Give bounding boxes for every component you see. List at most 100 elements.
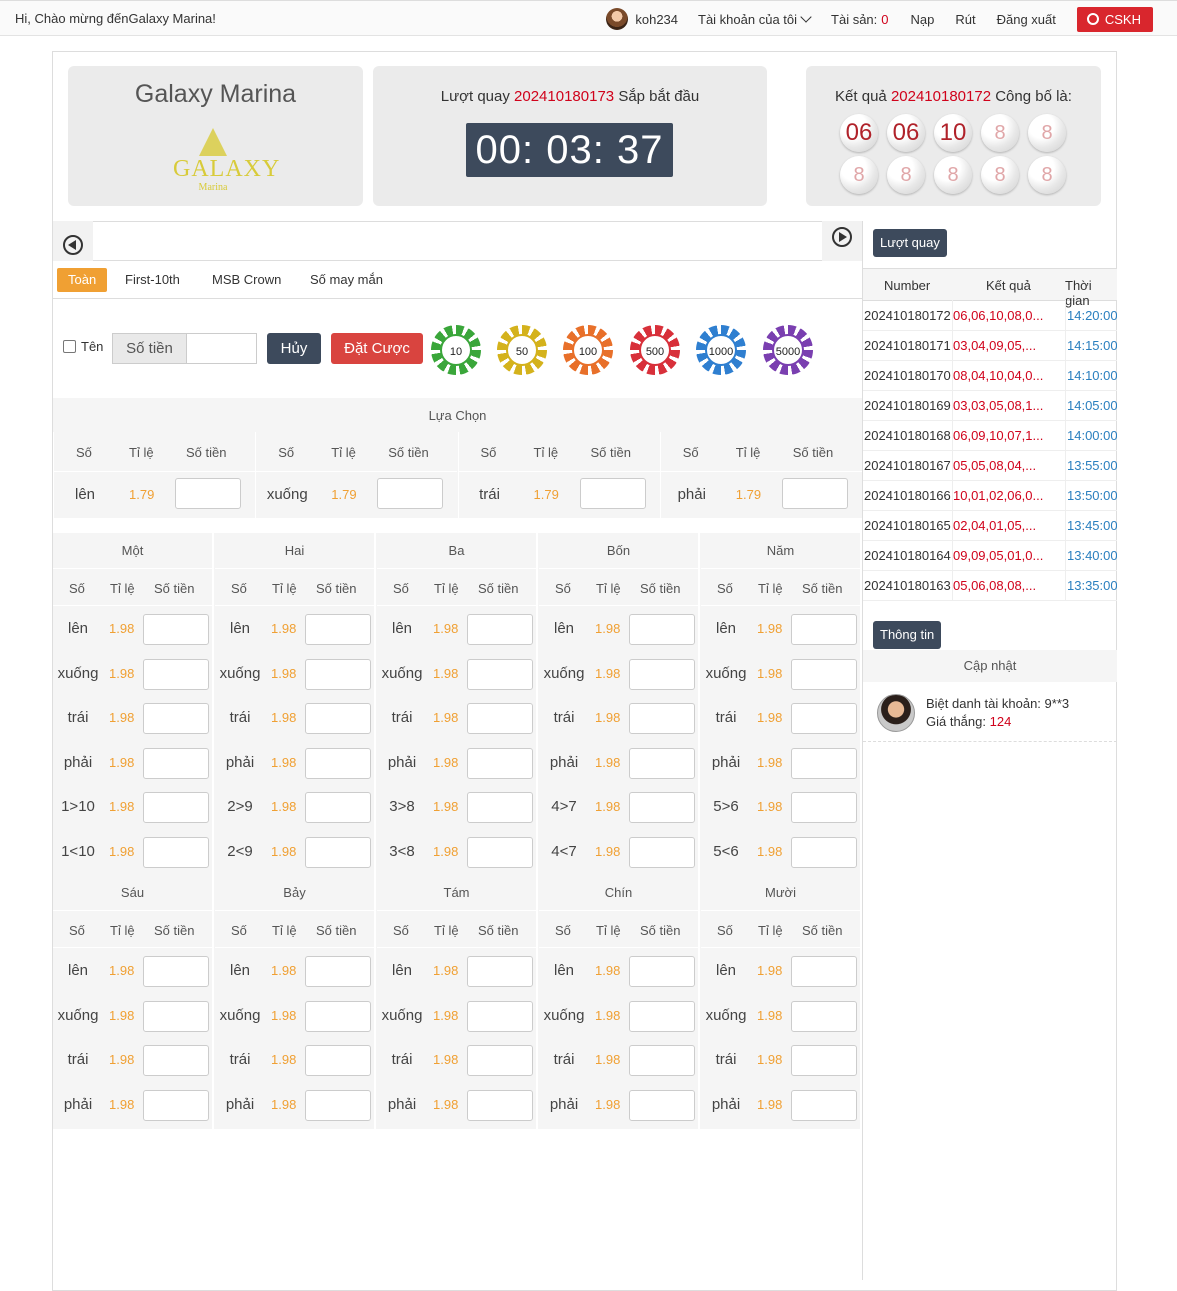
- history-row[interactable]: 202410180172 06,06,10,08,0... 14:20:00: [863, 301, 1117, 331]
- winner-nickname: Biệt danh tài khoản: 9**3: [926, 696, 1070, 711]
- place-bet-button[interactable]: Đặt Cược: [331, 333, 423, 364]
- bet-amount-input[interactable]: [143, 703, 209, 735]
- tab-all[interactable]: Toàn: [57, 268, 108, 292]
- withdraw-link[interactable]: Rút: [955, 12, 975, 27]
- choice-amount-input[interactable]: [377, 478, 444, 509]
- chip-500[interactable]: 500: [630, 325, 680, 375]
- history-row[interactable]: 202410180164 09,09,05,01,0... 13:40:00: [863, 541, 1117, 571]
- bet-amount-input[interactable]: [791, 1045, 857, 1077]
- bet-amount-input[interactable]: [467, 614, 533, 645]
- bet-amount-input[interactable]: [305, 747, 371, 779]
- bet-amount-input[interactable]: [305, 1000, 371, 1032]
- deposit-link[interactable]: Nạp: [911, 12, 935, 27]
- choice-amount-input[interactable]: [175, 478, 241, 509]
- bet-amount-input[interactable]: [629, 747, 695, 779]
- bet-amount-input[interactable]: [143, 658, 209, 690]
- bet-amount-input[interactable]: [791, 747, 857, 779]
- bet-amount-input[interactable]: [143, 614, 209, 645]
- support-button[interactable]: CSKH: [1076, 6, 1153, 32]
- bet-amount-input[interactable]: [791, 1000, 857, 1032]
- cancel-button[interactable]: Hủy: [267, 333, 321, 364]
- bet-amount-input[interactable]: [629, 792, 695, 824]
- column-header: Tỉ lệ: [533, 445, 559, 460]
- bet-amount-input[interactable]: [629, 956, 695, 987]
- bet-amount-input[interactable]: [791, 1089, 857, 1121]
- bet-amount-input[interactable]: [305, 658, 371, 690]
- history-row[interactable]: 202410180163 05,06,08,08,... 13:35:00: [863, 571, 1117, 601]
- tab-first-10th[interactable]: First-10th: [125, 268, 180, 292]
- bet-amount-input[interactable]: [305, 792, 371, 824]
- bet-amount-input[interactable]: [305, 614, 371, 645]
- bet-amount-input[interactable]: [629, 703, 695, 735]
- bet-row: xuống 1.98: [53, 994, 212, 1038]
- bet-amount-input[interactable]: [143, 1045, 209, 1077]
- bet-amount-input[interactable]: [629, 614, 695, 645]
- bet-amount-input[interactable]: [467, 703, 533, 735]
- bet-amount-input[interactable]: [791, 792, 857, 824]
- bet-amount-input[interactable]: [629, 1000, 695, 1032]
- bet-amount-input[interactable]: [467, 792, 533, 824]
- bet-amount-input[interactable]: [791, 837, 857, 868]
- bet-amount-input[interactable]: [143, 956, 209, 987]
- history-row[interactable]: 202410180170 08,04,10,04,0... 14:10:00: [863, 361, 1117, 391]
- chip-100[interactable]: 100: [563, 325, 613, 375]
- bet-amount-input[interactable]: [629, 658, 695, 690]
- history-row[interactable]: 202410180169 03,03,05,08,1... 14:05:00: [863, 391, 1117, 421]
- bet-amount-input[interactable]: [791, 658, 857, 690]
- bet-amount-input[interactable]: [791, 703, 857, 735]
- slider-next-button[interactable]: [822, 221, 862, 261]
- history-time: 14:10:00: [1067, 368, 1117, 383]
- amount-input[interactable]: [186, 333, 257, 364]
- bet-amount-input[interactable]: [143, 1089, 209, 1121]
- bet-amount-input[interactable]: [467, 747, 533, 779]
- logout-link[interactable]: Đăng xuất: [997, 12, 1056, 27]
- bet-odds: 1.98: [271, 1007, 297, 1023]
- choice-amount-input[interactable]: [781, 478, 848, 509]
- history-row[interactable]: 202410180171 03,04,09,05,... 14:15:00: [863, 331, 1117, 361]
- chip-50[interactable]: 50: [497, 325, 547, 375]
- account-menu[interactable]: Tài khoản của tôi: [698, 11, 812, 27]
- history-row[interactable]: 202410180168 06,09,10,07,1... 14:00:00: [863, 421, 1117, 451]
- bet-amount-input[interactable]: [629, 1045, 695, 1077]
- bet-amount-input[interactable]: [629, 837, 695, 868]
- history-row[interactable]: 202410180167 05,05,08,04,... 13:55:00: [863, 451, 1117, 481]
- bet-row: trái 1.98: [539, 1038, 698, 1082]
- bet-amount-input[interactable]: [467, 658, 533, 690]
- tab-msb-crown[interactable]: MSB Crown: [212, 268, 281, 292]
- bet-amount-input[interactable]: [305, 956, 371, 987]
- history-row[interactable]: 202410180165 02,04,01,05,... 13:45:00: [863, 511, 1117, 541]
- chip-5000[interactable]: 5000: [763, 325, 813, 375]
- bet-amount-input[interactable]: [143, 837, 209, 868]
- bet-amount-input[interactable]: [467, 1089, 533, 1121]
- username[interactable]: koh234: [635, 12, 678, 27]
- bet-amount-input[interactable]: [467, 1045, 533, 1077]
- chip-1000[interactable]: 1000: [696, 325, 746, 375]
- bet-amount-input[interactable]: [143, 792, 209, 824]
- bet-amount-input[interactable]: [467, 1000, 533, 1032]
- checkbox-box[interactable]: [63, 340, 76, 353]
- tab-lucky-number[interactable]: Số may mắn: [310, 268, 383, 292]
- bet-amount-input[interactable]: [467, 956, 533, 987]
- slider-prev-button[interactable]: [53, 221, 93, 261]
- chip-10[interactable]: 10: [431, 325, 481, 375]
- bet-odds: 1.98: [109, 754, 135, 770]
- bet-amount-input[interactable]: [791, 956, 857, 987]
- bet-amount-input[interactable]: [305, 703, 371, 735]
- bet-amount-input[interactable]: [143, 1000, 209, 1032]
- bet-amount-input[interactable]: [629, 1089, 695, 1121]
- history-row[interactable]: 202410180166 10,01,02,06,0... 13:50:00: [863, 481, 1117, 511]
- bet-amount-input[interactable]: [305, 1045, 371, 1077]
- bet-amount-input[interactable]: [305, 1089, 371, 1121]
- bet-row: xuống 1.98: [539, 652, 698, 696]
- user-avatar[interactable]: [606, 8, 629, 30]
- column-header: Số: [69, 581, 85, 596]
- history-title: Lượt quay: [873, 229, 947, 257]
- result-ball: 06: [887, 114, 925, 152]
- choice-amount-input[interactable]: [579, 478, 646, 509]
- bet-odds: 1.98: [433, 621, 459, 636]
- bet-amount-input[interactable]: [467, 837, 533, 868]
- name-checkbox[interactable]: Tên: [63, 339, 103, 354]
- bet-amount-input[interactable]: [791, 614, 857, 645]
- bet-amount-input[interactable]: [305, 837, 371, 868]
- bet-amount-input[interactable]: [143, 747, 209, 779]
